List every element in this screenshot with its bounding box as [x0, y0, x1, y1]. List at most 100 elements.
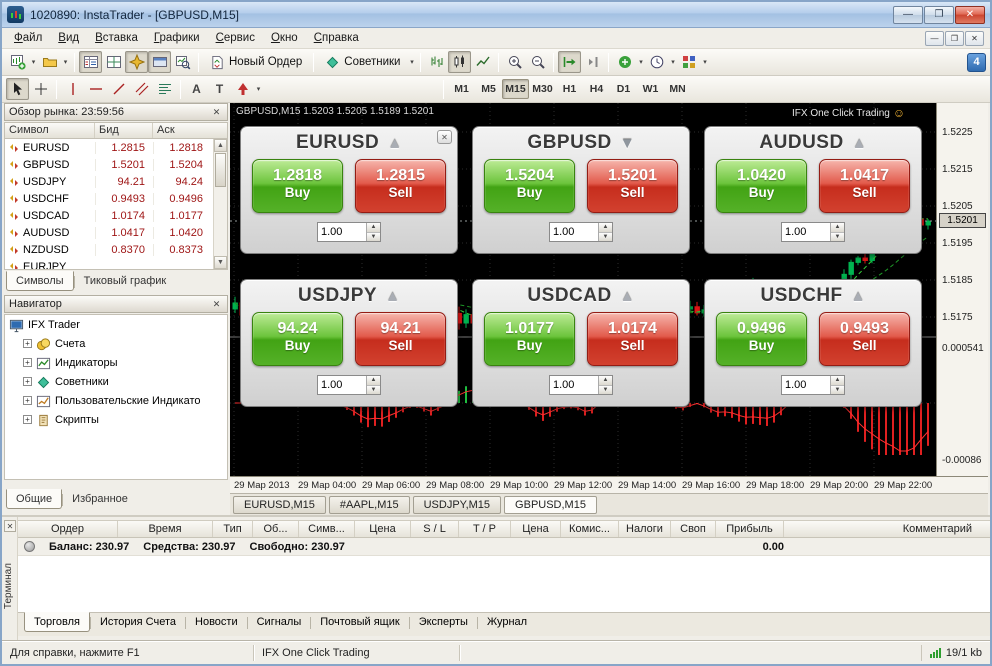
- buy-button[interactable]: 1.2818Buy: [252, 159, 343, 213]
- auto-scroll-button[interactable]: [558, 51, 581, 73]
- spin-down-icon[interactable]: ▼: [367, 233, 380, 242]
- text-tool[interactable]: A: [185, 78, 208, 100]
- candlestick-mode-button[interactable]: [448, 51, 471, 73]
- terminal-column-headers[interactable]: Ордер Время Тип Об... Симв... Цена S / L…: [18, 520, 990, 538]
- templates-button[interactable]: [677, 51, 700, 73]
- spin-up-icon[interactable]: ▲: [599, 223, 612, 233]
- menu-service[interactable]: Сервис: [208, 29, 263, 47]
- market-watch-column-headers[interactable]: Символ Бид Аск: [4, 122, 228, 139]
- spin-down-icon[interactable]: ▼: [367, 386, 380, 395]
- lot-input[interactable]: [782, 223, 830, 241]
- market-row[interactable]: USDJPY94.2194.24: [5, 173, 227, 190]
- tab-journal[interactable]: Журнал: [478, 613, 536, 631]
- new-order-button[interactable]: Новый Ордер: [203, 53, 309, 72]
- chart-tab-gbpusd[interactable]: GBPUSD,M15: [504, 496, 597, 514]
- market-row[interactable]: EURJPY: [5, 258, 227, 270]
- one-click-trading-toggle[interactable]: IFX One Click Trading☺: [792, 106, 905, 120]
- lot-size-stepper[interactable]: ▲▼: [317, 375, 381, 395]
- spin-down-icon[interactable]: ▼: [599, 233, 612, 242]
- expand-icon[interactable]: +: [23, 396, 32, 405]
- tree-item-scripts[interactable]: + Скрипты: [5, 410, 227, 429]
- market-row[interactable]: USDCAD1.01741.0177: [5, 207, 227, 224]
- chart-tab-eurusd[interactable]: EURUSD,M15: [233, 496, 326, 514]
- strategy-tester-toggle[interactable]: [171, 51, 194, 73]
- market-watch-close-icon[interactable]: ✕: [210, 106, 223, 119]
- data-window-toggle[interactable]: [102, 51, 125, 73]
- spin-down-icon[interactable]: ▼: [599, 386, 612, 395]
- tab-tick-chart[interactable]: Тиковый график: [75, 272, 176, 290]
- tab-account-history[interactable]: История Счета: [91, 613, 185, 631]
- chart-shift-button[interactable]: [581, 51, 604, 73]
- expand-icon[interactable]: +: [23, 358, 32, 367]
- terminal-toggle[interactable]: [148, 51, 171, 73]
- new-chart-button[interactable]: [6, 51, 29, 73]
- terminal-close-icon[interactable]: ✕: [4, 520, 16, 532]
- market-row[interactable]: GBPUSD1.52011.5204: [5, 156, 227, 173]
- tree-item-experts[interactable]: + Советники: [5, 372, 227, 391]
- arrows-tool[interactable]: [231, 78, 254, 100]
- tab-signals[interactable]: Сигналы: [248, 613, 311, 631]
- lot-size-stepper[interactable]: ▲▼: [317, 222, 381, 242]
- close-button[interactable]: ✕: [955, 6, 985, 24]
- spin-up-icon[interactable]: ▲: [367, 376, 380, 386]
- tab-common[interactable]: Общие: [6, 489, 62, 509]
- buy-button[interactable]: 1.0177Buy: [484, 312, 575, 366]
- tree-root-ifx-trader[interactable]: IFX Trader: [5, 315, 227, 334]
- periods-dropdown[interactable]: ▾: [668, 58, 677, 66]
- navigator-toggle[interactable]: [125, 51, 148, 73]
- spin-down-icon[interactable]: ▼: [831, 386, 844, 395]
- minimize-button[interactable]: —: [893, 6, 923, 24]
- timeframe-d1[interactable]: D1: [610, 79, 637, 99]
- indicators-button[interactable]: [613, 51, 636, 73]
- navigator-close-icon[interactable]: ✕: [210, 298, 223, 311]
- menu-window[interactable]: Окно: [263, 29, 306, 47]
- new-chart-dropdown[interactable]: ▾: [29, 58, 38, 66]
- tree-item-indicators[interactable]: + Индикаторы: [5, 353, 227, 372]
- expand-icon[interactable]: +: [23, 377, 32, 386]
- spin-up-icon[interactable]: ▲: [367, 223, 380, 233]
- sell-button[interactable]: 0.9493Sell: [819, 312, 910, 366]
- spin-up-icon[interactable]: ▲: [599, 376, 612, 386]
- spin-down-icon[interactable]: ▼: [831, 233, 844, 242]
- indicators-dropdown[interactable]: ▾: [636, 58, 645, 66]
- market-row[interactable]: EURUSD1.28151.2818: [5, 139, 227, 156]
- periods-button[interactable]: [645, 51, 668, 73]
- tab-news[interactable]: Новости: [186, 613, 247, 631]
- tree-item-custom-indicators[interactable]: + Пользовательские Индикато: [5, 391, 227, 410]
- orders-list-area[interactable]: [18, 556, 990, 612]
- timeframe-h4[interactable]: H4: [583, 79, 610, 99]
- sell-button[interactable]: 1.5201Sell: [587, 159, 678, 213]
- expand-icon[interactable]: +: [23, 415, 32, 424]
- market-row[interactable]: USDCHF0.94930.9496: [5, 190, 227, 207]
- sell-button[interactable]: 94.21Sell: [355, 312, 446, 366]
- timeframe-w1[interactable]: W1: [637, 79, 664, 99]
- templates-dropdown[interactable]: ▾: [700, 58, 709, 66]
- timeframe-m5[interactable]: M5: [475, 79, 502, 99]
- market-watch-toggle[interactable]: [79, 51, 102, 73]
- zoom-in-button[interactable]: [503, 51, 526, 73]
- spin-up-icon[interactable]: ▲: [831, 376, 844, 386]
- col-symbol[interactable]: Символ: [5, 123, 95, 138]
- maximize-button[interactable]: ❐: [924, 6, 954, 24]
- menu-insert[interactable]: Вставка: [87, 29, 146, 47]
- price-scale[interactable]: 1.5225 1.5215 1.5205 1.5195 1.5185 1.517…: [936, 103, 988, 476]
- fibonacci-tool[interactable]: [153, 78, 176, 100]
- tab-experts[interactable]: Эксперты: [410, 613, 477, 631]
- child-minimize-button[interactable]: —: [925, 31, 944, 46]
- status-one-click-label[interactable]: IFX One Click Trading: [254, 645, 460, 661]
- trendline-tool[interactable]: [107, 78, 130, 100]
- cursor-tool[interactable]: [6, 78, 29, 100]
- child-close-button[interactable]: ✕: [965, 31, 984, 46]
- market-watch-scrollbar[interactable]: ▲ ▼: [213, 139, 227, 269]
- sell-button[interactable]: 1.2815Sell: [355, 159, 446, 213]
- lot-size-stepper[interactable]: ▲▼: [549, 375, 613, 395]
- tab-trade[interactable]: Торговля: [24, 612, 90, 632]
- buy-button[interactable]: 1.5204Buy: [484, 159, 575, 213]
- child-restore-button[interactable]: ❐: [945, 31, 964, 46]
- buy-button[interactable]: 1.0420Buy: [716, 159, 807, 213]
- community-notifications-button[interactable]: 4: [967, 53, 986, 72]
- profiles-dropdown[interactable]: ▾: [61, 58, 70, 66]
- expert-advisors-dropdown[interactable]: ▾: [407, 58, 416, 66]
- lot-input[interactable]: [550, 223, 598, 241]
- time-axis[interactable]: 29 Мар 2013 29 Мар 04:00 29 Мар 06:00 29…: [230, 476, 988, 493]
